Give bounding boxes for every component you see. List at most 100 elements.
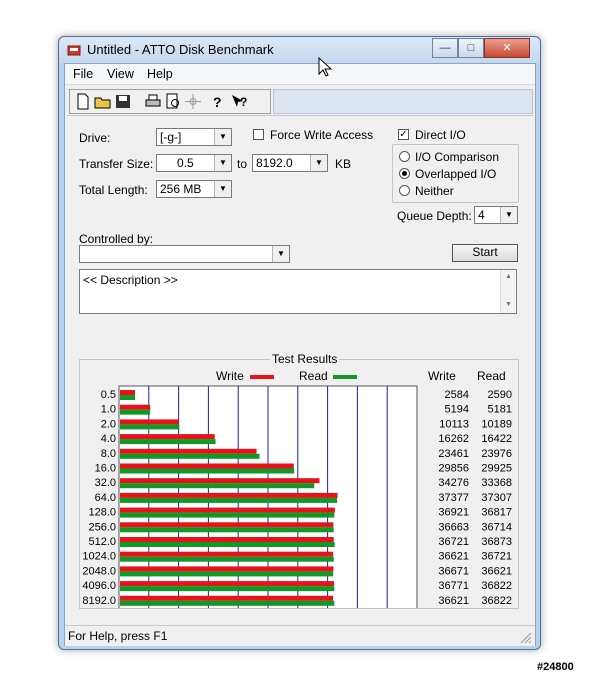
read-value: 36817 [481,507,512,519]
status-bar: For Help, press F1 [65,625,535,646]
drive-label: Drive: [79,131,111,145]
move-icon[interactable] [184,93,202,110]
write-bar [120,404,151,410]
category-label: 2048.0 [82,565,116,577]
queue-depth-value: 4 [478,208,485,222]
read-bar [120,527,334,533]
start-button[interactable]: Start [452,244,518,262]
overlapped-io-label: Overlapped I/O [415,167,497,181]
write-value: 34276 [438,477,469,489]
read-value: 16422 [481,433,512,445]
category-label: 4096.0 [82,580,116,592]
status-text: For Help, press F1 [68,629,168,643]
description-field[interactable]: << Description >> ▲ ▼ [79,269,517,314]
chevron-down-icon: ▼ [214,181,231,197]
chevron-down-icon: ▼ [310,155,327,171]
scroll-up-icon[interactable]: ▲ [505,273,512,280]
io-comparison-label: I/O Comparison [415,150,500,164]
drive-select[interactable]: [-g-] ▼ [156,128,232,146]
new-file-icon[interactable] [74,93,92,110]
total-length-select[interactable]: 256 MB ▼ [156,180,232,198]
window-title: Untitled - ATTO Disk Benchmark [87,42,274,57]
read-bar [120,556,334,562]
menu-bar: File View Help [65,64,535,85]
write-bar [120,595,334,601]
category-label: 2.0 [101,418,116,430]
radio-overlapped-io[interactable] [399,168,410,179]
category-label: 0.5 [101,389,116,401]
transfer-rate-chart: 05101520253035404550Transfer Rate - MB /… [82,385,512,608]
menu-view[interactable]: View [107,67,134,81]
save-icon[interactable] [114,93,132,110]
scroll-down-icon[interactable]: ▼ [505,301,512,308]
read-value: 37307 [481,492,512,504]
maximize-button[interactable]: □ [458,38,484,58]
write-value: 37377 [438,492,469,504]
write-value: 36921 [438,507,469,519]
category-label: 8.0 [101,448,116,460]
chevron-down-icon: ▼ [500,207,517,223]
write-bar [120,522,334,528]
title-bar[interactable]: Untitled - ATTO Disk Benchmark — □ ✕ [59,37,540,63]
write-value: 36771 [438,580,469,592]
read-value: 23976 [481,448,512,460]
category-label: 128.0 [88,507,116,519]
read-bar [120,453,260,459]
context-help-icon[interactable]: ? [230,93,248,110]
transfer-from-select[interactable]: 0.5 ▼ [156,154,232,172]
queue-depth-select[interactable]: 4 ▼ [474,206,518,224]
read-bar [120,424,180,430]
category-label: 1024.0 [82,551,116,563]
menu-file[interactable]: File [73,67,93,81]
force-write-label: Force Write Access [270,128,374,142]
transfer-to-select[interactable]: 8192.0 ▼ [252,154,328,172]
app-icon [67,45,81,56]
chevron-down-icon: ▼ [214,155,231,171]
read-value: 10189 [481,418,512,430]
minimize-icon: — [439,42,451,54]
radio-neither[interactable] [399,185,410,196]
svg-text:?: ? [213,94,222,110]
open-folder-icon[interactable] [94,93,112,110]
category-label: 16.0 [95,463,116,475]
write-bar [120,492,338,498]
menu-help[interactable]: Help [147,67,173,81]
print-icon[interactable] [144,93,162,110]
read-bar [120,542,335,547]
read-bar [120,586,335,592]
transfer-from-value: 0.5 [177,156,194,170]
read-bar [120,395,136,400]
description-text: << Description >> [83,273,178,287]
write-value: 36671 [438,565,469,577]
close-button[interactable]: ✕ [484,38,530,58]
direct-io-checkbox[interactable]: ✓ [398,129,409,140]
controlled-by-label: Controlled by: [79,232,154,246]
print-preview-icon[interactable] [164,93,182,110]
transfer-to-value: 8192.0 [256,156,293,170]
description-scrollbar[interactable]: ▲ ▼ [500,270,516,313]
controlled-by-select[interactable]: ▼ [79,245,290,263]
read-value: 36721 [481,551,512,563]
read-value: 29925 [481,463,512,475]
write-bar [120,566,334,572]
write-bar [120,419,179,425]
minimize-button[interactable]: — [432,38,458,58]
write-bar [120,448,257,454]
read-value: 5181 [488,404,512,416]
radio-io-comparison[interactable] [399,151,410,162]
resize-grip-icon[interactable] [519,631,532,644]
force-write-checkbox[interactable] [253,129,264,140]
write-value: 23461 [438,448,469,460]
direct-io-label: Direct I/O [415,128,466,142]
category-label: 512.0 [88,536,116,548]
write-bar [120,478,320,484]
help-icon[interactable]: ? [208,93,226,110]
read-value: 36822 [481,580,512,592]
kb-label: KB [335,157,352,171]
client-area: File View Help ? ? Drive: [-g-] ▼ Force … [64,63,536,646]
read-value: 36873 [481,536,512,548]
read-bar [120,409,151,415]
write-bar [120,537,334,542]
total-length-value: 256 MB [160,182,202,196]
to-label: to [237,157,248,171]
